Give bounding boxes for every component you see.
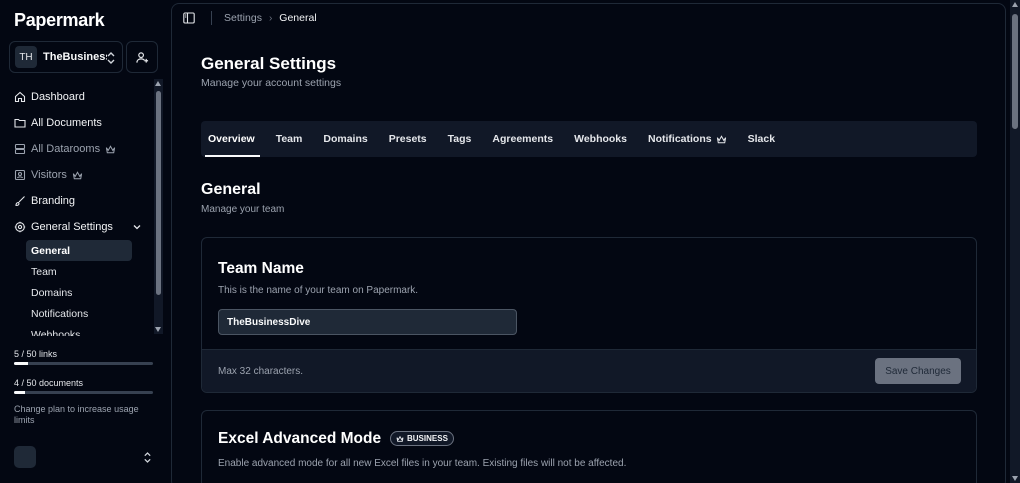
chevrons-up-down-icon[interactable] (143, 451, 152, 464)
breadcrumb-separator: › (268, 12, 273, 24)
main-panel: Settings › General General Settings Mana… (171, 3, 1006, 483)
tab-domains[interactable]: Domains (318, 121, 372, 157)
badge-label: BUSINESS (407, 434, 448, 443)
tab-webhooks[interactable]: Webhooks (569, 121, 632, 157)
sidebar-subitem-webhooks[interactable]: Webhooks (26, 324, 132, 337)
sidebar-item-label: All Documents (31, 117, 102, 129)
tab-slack[interactable]: Slack (743, 121, 780, 157)
user-plus-icon (135, 51, 148, 63)
sidebar: Papermark TH TheBusiness... Dashboard Al… (0, 0, 170, 483)
card-footer: Max 32 characters. Save Changes (202, 349, 976, 392)
excel-advanced-mode-card: Excel Advanced Mode BUSINESS Enable adva… (201, 410, 977, 483)
sidebar-item-label: Visitors (31, 169, 67, 181)
tab-label: Notifications (648, 133, 712, 145)
sidebar-item-general-settings[interactable]: General Settings (0, 214, 152, 240)
app-logo[interactable]: Papermark (14, 10, 105, 31)
sidebar-scrollbar[interactable] (154, 79, 163, 334)
breadcrumb-current: General (279, 12, 317, 24)
sidebar-item-visitors[interactable]: Visitors (0, 162, 152, 188)
crown-icon (72, 170, 82, 179)
contact-icon (14, 169, 26, 181)
settings-tabs: Overview Team Domains Presets Tags Agree… (201, 121, 977, 157)
folder-icon (14, 118, 26, 128)
documents-usage-fill (14, 391, 26, 394)
scrollbar-thumb[interactable] (1012, 14, 1018, 129)
tab-presets[interactable]: Presets (384, 121, 432, 157)
business-plan-badge: BUSINESS (390, 431, 454, 446)
sidebar-subitem-team[interactable]: Team (26, 261, 132, 282)
tab-tags[interactable]: Tags (443, 121, 477, 157)
sidebar-item-all-datarooms[interactable]: All Datarooms (0, 136, 152, 162)
toolbar-divider (211, 11, 212, 25)
tab-team[interactable]: Team (271, 121, 308, 157)
scroll-up-arrow-icon[interactable] (155, 81, 161, 86)
sidebar-subitem-notifications[interactable]: Notifications (26, 303, 132, 324)
team-name-card: Team Name This is the name of your team … (201, 237, 977, 393)
card-title: Team Name (218, 260, 304, 277)
add-user-button[interactable] (126, 41, 158, 73)
chevrons-up-down-icon (107, 52, 115, 64)
card-title: Excel Advanced Mode (218, 430, 382, 447)
page-title: General Settings (201, 54, 337, 73)
breadcrumb-settings[interactable]: Settings (224, 12, 262, 24)
documents-usage-bar (14, 391, 153, 394)
top-bar: Settings › General (172, 4, 1005, 32)
sidebar-subitem-general[interactable]: General (26, 240, 132, 261)
tab-agreements[interactable]: Agreements (487, 121, 558, 157)
scroll-down-arrow-icon[interactable] (155, 327, 161, 332)
page-subtitle: Manage your account settings (201, 77, 342, 89)
crown-icon (105, 144, 116, 153)
user-avatar[interactable] (14, 446, 36, 468)
page-scrollbar[interactable] (1010, 0, 1020, 483)
cog-icon (14, 221, 26, 233)
sidebar-subitem-domains[interactable]: Domains (26, 282, 132, 303)
sidebar-nav: Dashboard All Documents All Datarooms Vi… (0, 84, 152, 336)
sidebar-item-label: All Datarooms (31, 143, 101, 155)
card-description: Enable advanced mode for all new Excel f… (218, 458, 627, 469)
links-usage-fill (14, 362, 28, 365)
chevron-down-icon (133, 225, 141, 230)
team-name: TheBusiness... (43, 51, 107, 63)
card-description: This is the name of your team on Paperma… (218, 285, 419, 296)
team-name-input[interactable] (218, 309, 517, 335)
tab-notifications[interactable]: Notifications (643, 121, 732, 157)
links-usage-label: 5 / 50 links (14, 349, 58, 359)
section-title: General (201, 181, 261, 198)
scroll-up-arrow-icon[interactable] (1011, 2, 1018, 7)
save-changes-button[interactable]: Save Changes (875, 358, 961, 384)
team-switcher[interactable]: TH TheBusiness... (9, 41, 123, 73)
sidebar-item-dashboard[interactable]: Dashboard (0, 84, 152, 110)
sidebar-item-label: General Settings (31, 221, 113, 233)
scroll-down-arrow-icon[interactable] (1011, 476, 1018, 481)
section-subtitle: Manage your team (201, 204, 285, 215)
character-limit-note: Max 32 characters. (218, 366, 304, 377)
sidebar-item-label: Dashboard (31, 91, 85, 103)
sidebar-item-branding[interactable]: Branding (0, 188, 152, 214)
tab-overview[interactable]: Overview (203, 121, 260, 157)
links-usage-bar (14, 362, 153, 365)
crown-icon (396, 435, 404, 442)
documents-usage-label: 4 / 50 documents (14, 378, 84, 388)
sidebar-toggle-icon[interactable] (183, 12, 195, 24)
sidebar-item-all-documents[interactable]: All Documents (0, 110, 152, 136)
sidebar-item-label: Branding (31, 195, 76, 207)
crown-icon (716, 134, 726, 143)
brush-icon (15, 196, 25, 207)
upgrade-note: Change plan to increase usage limits (14, 404, 139, 425)
home-icon (14, 91, 26, 103)
scrollbar-thumb[interactable] (156, 91, 161, 295)
team-avatar: TH (15, 46, 37, 68)
server-icon (14, 143, 26, 155)
